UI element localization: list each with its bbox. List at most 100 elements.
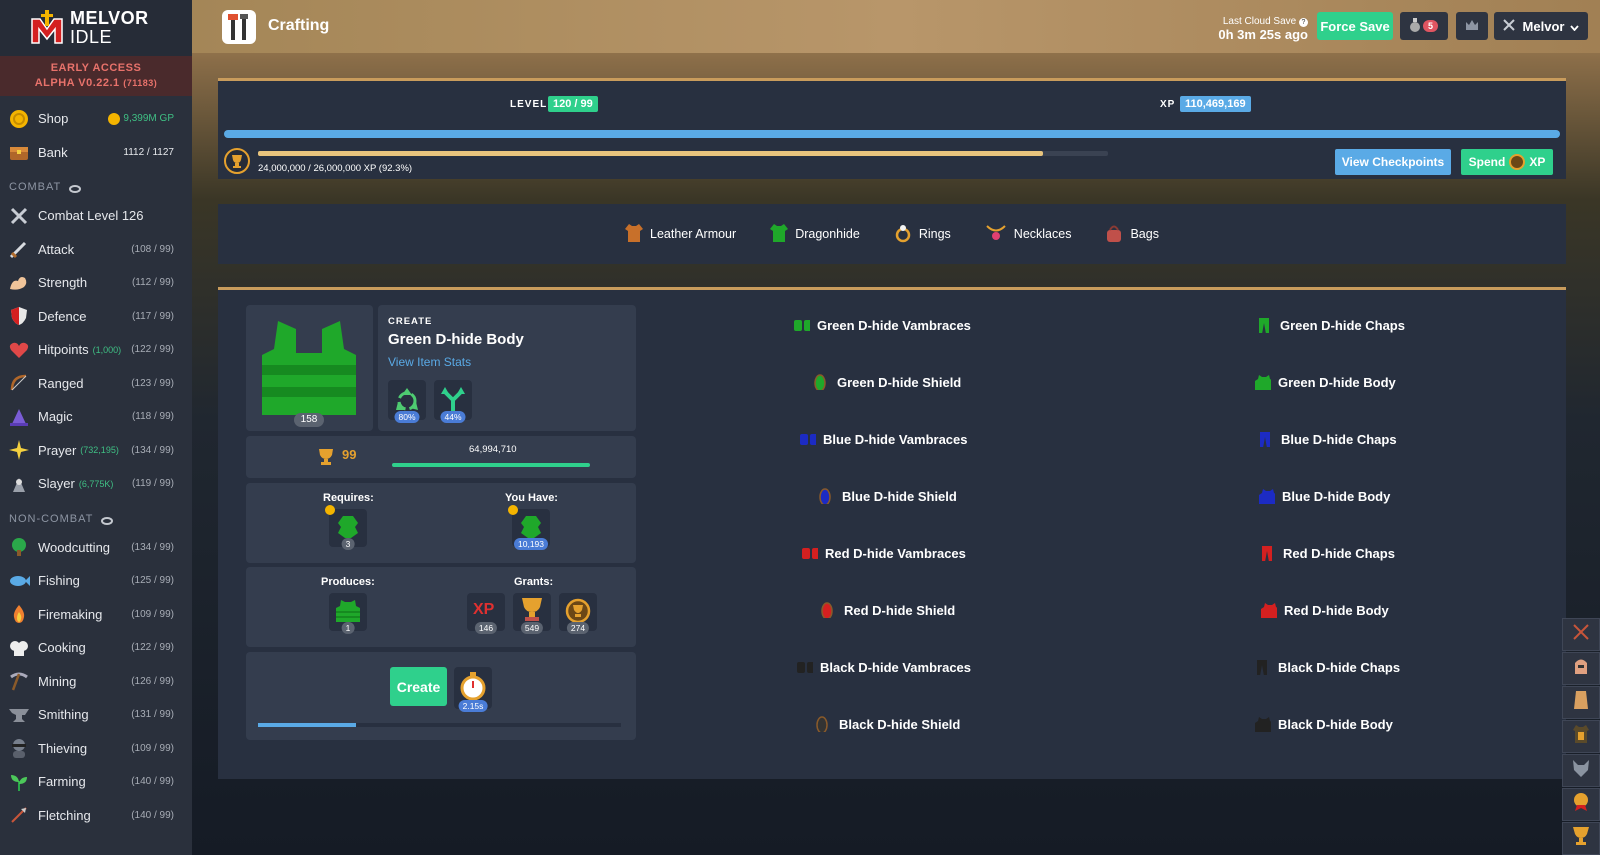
sidebar-item-strength[interactable]: Strength (112 / 99) <box>0 266 192 300</box>
recipe-red-dhide-shield[interactable]: Red D-hide Shield <box>821 602 955 618</box>
recipe-black-dhide-body[interactable]: Black D-hide Body <box>1255 716 1393 732</box>
selected-item-image[interactable]: 158 <box>246 305 373 431</box>
crown-button[interactable] <box>1456 12 1488 40</box>
recipe-green-dhide-shield[interactable]: Green D-hide Shield <box>814 374 961 390</box>
recipe-black-dhide-chaps[interactable]: Black D-hide Chaps <box>1255 659 1400 675</box>
item-count-badge: 158 <box>294 413 324 427</box>
granted-mastery-xp: 549 <box>520 622 544 634</box>
red-body-icon <box>1261 603 1277 618</box>
sidebar-item-hitpoints[interactable]: Hitpoints (1,000) (122 / 99) <box>0 333 192 367</box>
sidebar-item-label: Woodcutting <box>38 539 111 555</box>
recipe-blue-dhide-shield[interactable]: Blue D-hide Shield <box>819 488 957 504</box>
recipe-red-dhide-body[interactable]: Red D-hide Body <box>1261 602 1389 618</box>
version-label: ALPHA V0.22.1 <box>34 77 120 89</box>
red-vambraces-icon <box>802 548 818 559</box>
recipe-green-dhide-chaps[interactable]: Green D-hide Chaps <box>1257 317 1405 333</box>
sidebar-item-ranged[interactable]: Ranged (123 / 99) <box>0 367 192 401</box>
anvil-icon <box>8 704 30 726</box>
sidebar-item-thieving[interactable]: Thieving (109 / 99) <box>0 732 192 766</box>
recipe-black-dhide-vambraces[interactable]: Black D-hide Vambraces <box>797 659 971 675</box>
game-logo[interactable]: MELVOR IDLE <box>0 0 192 56</box>
potion-button[interactable]: 5 <box>1400 12 1448 40</box>
tab-necklaces[interactable]: Necklaces <box>985 223 1071 246</box>
recipe-black-dhide-shield[interactable]: Black D-hide Shield <box>816 716 960 732</box>
green-dragonhide-icon <box>338 516 358 538</box>
create-label: CREATE <box>388 316 433 327</box>
sidebar-item-attack[interactable]: Attack (108 / 99) <box>0 233 192 267</box>
skill-level: (125 / 99) <box>131 575 174 587</box>
force-save-button[interactable]: Force Save <box>1317 12 1393 40</box>
sidebar-item-cooking[interactable]: Cooking (122 / 99) <box>0 631 192 665</box>
tab-leather-armour[interactable]: Leather Armour <box>625 223 736 246</box>
skill-level: (122 / 99) <box>131 642 174 654</box>
cloud-save-time: 0h 3m 25s ago <box>1218 27 1308 42</box>
item-mastery-box: 99 64,994,710 <box>246 436 636 478</box>
sidebar-item-fletching[interactable]: Fletching (140 / 99) <box>0 799 192 833</box>
recipe-red-dhide-vambraces[interactable]: Red D-hide Vambraces <box>802 545 966 561</box>
recipe-blue-dhide-chaps[interactable]: Blue D-hide Chaps <box>1258 431 1397 447</box>
ring-icon <box>894 223 912 246</box>
sidebar-item-smithing[interactable]: Smithing (131 / 99) <box>0 698 192 732</box>
quick-slot-medal[interactable] <box>1562 788 1600 821</box>
craft-progress-bar <box>258 723 621 727</box>
tab-bags[interactable]: Bags <box>1105 223 1159 246</box>
spend-mastery-xp-button[interactable]: Spend XP <box>1461 149 1553 175</box>
skill-xp-progress-bar <box>224 130 1560 138</box>
view-item-stats-link[interactable]: View Item Stats <box>388 355 471 369</box>
quick-slot-body[interactable] <box>1562 720 1600 753</box>
skill-level: (131 / 99) <box>131 709 174 721</box>
recipe-blue-dhide-vambraces[interactable]: Blue D-hide Vambraces <box>800 431 968 447</box>
combat-header-label: COMBAT <box>9 181 62 193</box>
double-chance: 44% <box>434 380 472 423</box>
recipe-green-dhide-body[interactable]: Green D-hide Body <box>1255 374 1396 390</box>
wolf-icon <box>1571 758 1591 783</box>
tab-rings[interactable]: Rings <box>894 223 951 246</box>
eye-icon[interactable] <box>69 185 82 193</box>
cloud-save-status: Last Cloud Save ? 0h 3m 25s ago <box>1218 15 1308 41</box>
account-menu-button[interactable]: Melvor <box>1494 12 1588 40</box>
mastery-token-icon <box>1509 154 1526 170</box>
requirements-box: Requires: You Have: 3 10,193 <box>246 483 636 563</box>
mastery-pool-text: 24,000,000 / 26,000,000 XP (92.3%) <box>258 163 413 174</box>
noncombat-section-header[interactable]: NON-COMBAT <box>0 501 192 531</box>
sidebar-item-combat-level[interactable]: Combat Level 126 <box>0 199 192 233</box>
quick-slot-trophy[interactable] <box>1562 822 1600 855</box>
chevron-down-icon <box>1570 19 1580 34</box>
sidebar-item-slayer[interactable]: Slayer (6,775K) (119 / 99) <box>0 467 192 501</box>
pickaxe-icon <box>8 670 30 692</box>
quick-slot-wolf[interactable] <box>1562 754 1600 787</box>
sidebar-item-mining[interactable]: Mining (126 / 99) <box>0 665 192 699</box>
eye-icon[interactable] <box>101 516 114 525</box>
sidebar-item-defence[interactable]: Defence (117 / 99) <box>0 300 192 334</box>
grant-mastery-xp: 549 <box>513 593 551 634</box>
combat-section-header[interactable]: COMBAT <box>0 169 192 199</box>
sidebar-item-prayer[interactable]: Prayer (732,195) (134 / 99) <box>0 434 192 468</box>
black-body-icon <box>1255 717 1271 732</box>
skill-level: (134 / 99) <box>131 541 174 553</box>
sidebar-item-label: Prayer <box>38 442 77 458</box>
recipe-blue-dhide-body[interactable]: Blue D-hide Body <box>1259 488 1390 504</box>
view-checkpoints-button[interactable]: View Checkpoints <box>1335 149 1451 175</box>
sidebar-item-fishing[interactable]: Fishing (125 / 99) <box>0 564 192 598</box>
quick-slot-cape[interactable] <box>1562 686 1600 719</box>
sidebar-item-label: Thieving <box>38 740 88 756</box>
recipe-red-dhide-chaps[interactable]: Red D-hide Chaps <box>1260 545 1395 561</box>
create-button[interactable]: Create <box>390 667 447 706</box>
recipe-green-dhide-vambraces[interactable]: Green D-hide Vambraces <box>794 317 971 333</box>
sidebar-item-magic[interactable]: Magic (118 / 99) <box>0 400 192 434</box>
sidebar-item-farming[interactable]: Farming (140 / 99) <box>0 765 192 799</box>
sidebar-item-shop[interactable]: Shop 9,399M GP <box>0 102 192 136</box>
quick-slot-weapons[interactable] <box>1562 618 1600 651</box>
gold-coin-icon <box>325 505 335 515</box>
sidebar-item-woodcutting[interactable]: Woodcutting (134 / 99) <box>0 531 192 565</box>
quick-slot-helmet[interactable] <box>1562 652 1600 685</box>
recipe-name: Black D-hide Body <box>1278 716 1393 732</box>
tab-dragonhide[interactable]: Dragonhide <box>770 223 860 246</box>
red-chaps-icon <box>1262 546 1272 561</box>
gp-value: 9,399M GP <box>123 113 174 125</box>
help-icon[interactable]: ? <box>1299 18 1308 27</box>
sidebar-item-firemaking[interactable]: Firemaking (109 / 99) <box>0 598 192 632</box>
mastery-pool-progress-bar <box>258 151 1108 156</box>
skill-level: (126 / 99) <box>131 675 174 687</box>
sidebar-item-bank[interactable]: Bank 1112 / 1127 <box>0 136 192 170</box>
